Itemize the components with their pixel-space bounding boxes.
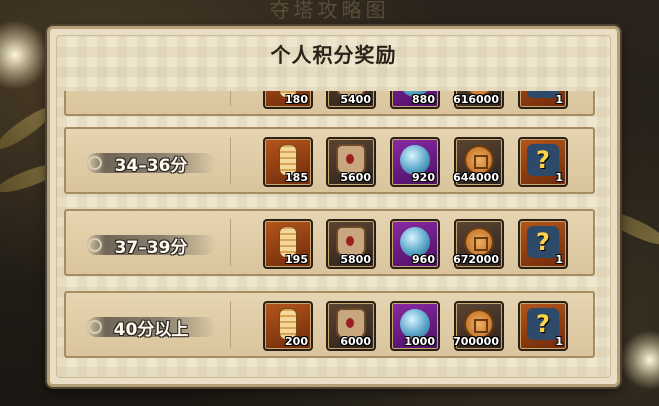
reward-slot-gift-bag[interactable]: 5600	[326, 137, 376, 187]
mystery-box-icon: ?	[527, 143, 559, 176]
item-quantity: 672000	[453, 253, 499, 266]
item-quantity: 5400	[340, 93, 371, 106]
reward-row: 40分以上 200 6000 1000 700000 ? 1	[64, 291, 595, 358]
panel-title: 个人积分奖励	[270, 43, 397, 67]
item-quantity: 1	[555, 171, 563, 184]
item-quantity: 616000	[453, 93, 499, 106]
item-quantity: 5800	[340, 253, 371, 266]
score-range-label: 37–39分	[86, 233, 216, 258]
reward-slot-gift-bag[interactable]: 5400	[326, 91, 376, 109]
reward-list[interactable]: 180 5400 880 616000 ? 1	[64, 91, 595, 381]
item-quantity: 880	[412, 93, 435, 106]
item-quantity: 5600	[340, 171, 371, 184]
reward-slot-coin[interactable]: 616000	[453, 91, 504, 109]
score-range-text: 37–39分	[114, 238, 188, 258]
reward-slot-coin[interactable]: 700000	[453, 301, 504, 351]
item-quantity: 1	[555, 335, 563, 348]
row-divider	[230, 219, 231, 266]
background-map-title: 夺塔攻略图	[269, 0, 390, 22]
reward-row: 180 5400 880 616000 ? 1	[64, 91, 595, 116]
item-quantity: 1	[555, 253, 563, 266]
mystery-box-icon: ?	[527, 307, 559, 340]
item-quantity: 1000	[404, 335, 435, 348]
reward-slot-coin[interactable]: 644000	[453, 137, 504, 187]
reward-slot-spirit-orb[interactable]: 880	[390, 91, 440, 109]
item-quantity: 1	[555, 93, 563, 106]
item-quantity: 180	[285, 93, 308, 106]
mystery-box-icon: ?	[527, 91, 559, 98]
reward-slot-mystery-box[interactable]: ? 1	[518, 137, 568, 187]
item-quantity: 700000	[453, 335, 499, 348]
item-quantity: 644000	[453, 171, 499, 184]
reward-slot-spirit-orb[interactable]: 960	[390, 219, 440, 269]
mystery-box-icon: ?	[527, 225, 559, 258]
reward-slot-scroll[interactable]: 185	[263, 137, 313, 187]
row-divider	[230, 137, 231, 184]
score-range-text: 40分以上	[113, 320, 189, 340]
reward-slot-scroll[interactable]: 180	[263, 91, 313, 109]
row-divider	[230, 91, 231, 106]
reward-slot-spirit-orb[interactable]: 1000	[390, 301, 440, 351]
reward-slot-mystery-box[interactable]: ? 1	[518, 219, 568, 269]
reward-slot-coin[interactable]: 672000	[453, 219, 504, 269]
reward-slot-gift-bag[interactable]: 5800	[326, 219, 376, 269]
item-quantity: 185	[285, 171, 308, 184]
score-range-label: 40分以上	[86, 315, 216, 340]
item-quantity: 920	[412, 171, 435, 184]
reward-slot-mystery-box[interactable]: ? 1	[518, 301, 568, 351]
score-range-text: 34–36分	[114, 156, 188, 176]
item-quantity: 6000	[340, 335, 371, 348]
item-quantity: 195	[285, 253, 308, 266]
reward-slot-mystery-box[interactable]: ? 1	[518, 91, 568, 109]
item-quantity: 200	[285, 335, 308, 348]
reward-row: 37–39分 195 5800 960 672000 ? 1	[64, 209, 595, 276]
reward-panel: 个人积分奖励 180 5400 880 616000 ? 1	[47, 26, 620, 387]
reward-row: 34–36分 185 5600 920 644000 ? 1	[64, 127, 595, 194]
row-divider	[230, 301, 231, 348]
reward-slot-scroll[interactable]: 195	[263, 219, 313, 269]
reward-slot-scroll[interactable]: 200	[263, 301, 313, 351]
score-range-label: 34–36分	[86, 151, 216, 176]
item-quantity: 960	[412, 253, 435, 266]
reward-slot-spirit-orb[interactable]: 920	[390, 137, 440, 187]
reward-slot-gift-bag[interactable]: 6000	[326, 301, 376, 351]
